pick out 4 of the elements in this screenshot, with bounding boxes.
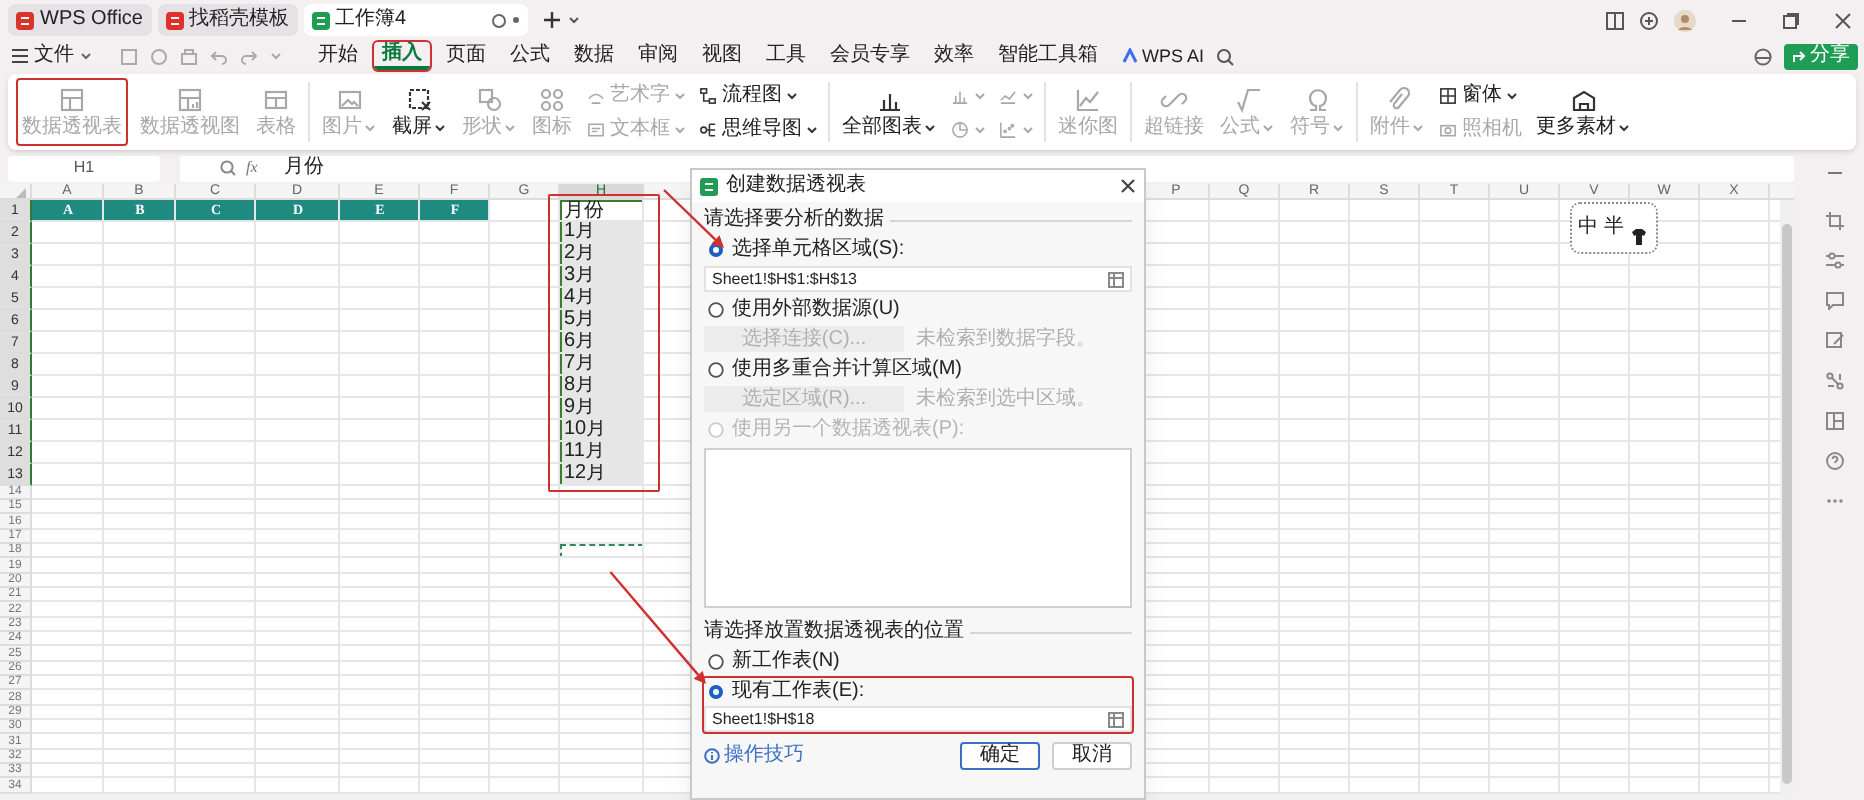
status-text: 未检索到选中区域。	[916, 387, 1096, 411]
section-label: 请选择放置数据透视表的位置	[704, 620, 964, 644]
section-label: 请选择要分析的数据	[704, 208, 884, 232]
status-text: 未检索到数据字段。	[916, 327, 1096, 351]
